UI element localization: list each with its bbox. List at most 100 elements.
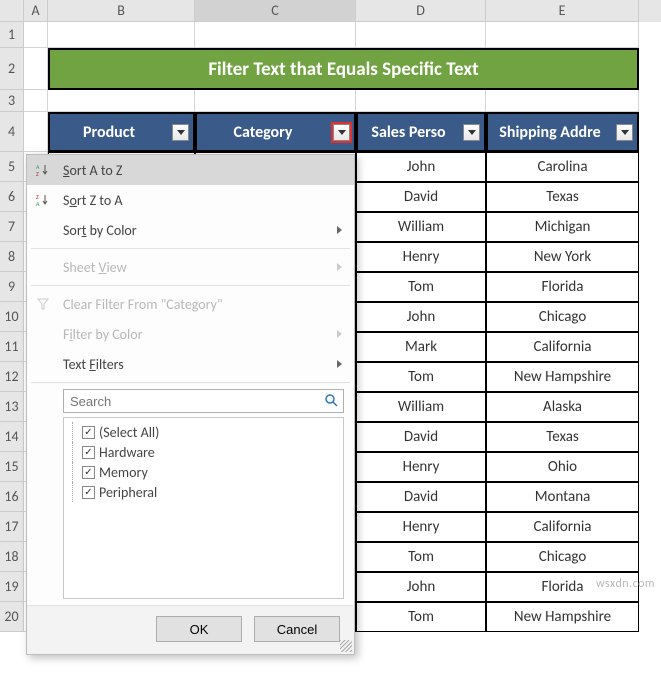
row-header[interactable]: 20 xyxy=(0,602,24,632)
chevron-down-icon xyxy=(468,130,476,135)
menu-text-filters[interactable]: Text Filters xyxy=(27,349,354,379)
col-header-A[interactable]: A xyxy=(24,0,48,22)
filter-button-category[interactable] xyxy=(333,124,350,141)
cell[interactable] xyxy=(486,90,639,112)
tree-label: (Select All) xyxy=(99,424,159,441)
cell[interactable] xyxy=(24,90,48,112)
cell-shipping[interactable]: Michigan xyxy=(486,212,639,242)
search-icon xyxy=(324,393,338,411)
tree-item[interactable]: ✓Hardware xyxy=(70,442,337,462)
checkbox-icon[interactable]: ✓ xyxy=(82,466,95,479)
tree-item-select-all[interactable]: ✓ (Select All) xyxy=(70,422,337,442)
cell-sales-person[interactable]: William xyxy=(356,212,486,242)
cell-shipping[interactable]: Texas xyxy=(486,422,639,452)
menu-sort-az[interactable]: AZ Sort A to Z xyxy=(27,155,354,185)
row-header[interactable]: 7 xyxy=(0,212,24,242)
row-header[interactable]: 16 xyxy=(0,482,24,512)
cell-sales-person[interactable]: Tom xyxy=(356,362,486,392)
col-header-E[interactable]: E xyxy=(486,0,639,22)
cell-sales-person[interactable]: David xyxy=(356,182,486,212)
filter-values-tree[interactable]: ✓ (Select All) ✓Hardware ✓Memory ✓Periphe… xyxy=(63,417,344,599)
resize-grip-icon[interactable] xyxy=(340,640,352,652)
cancel-button[interactable]: Cancel xyxy=(254,616,340,642)
cell-sales-person[interactable]: Tom xyxy=(356,602,486,632)
row-header[interactable]: 10 xyxy=(0,302,24,332)
tree-item[interactable]: ✓Peripheral xyxy=(70,482,337,502)
menu-sort-za[interactable]: ZA Sort Z to A xyxy=(27,185,354,215)
menu-sort-by-color[interactable]: Sort by Color xyxy=(27,215,354,245)
cell-shipping[interactable]: Alaska xyxy=(486,392,639,422)
cell[interactable] xyxy=(48,22,195,48)
col-header-D[interactable]: D xyxy=(356,0,486,22)
cell[interactable] xyxy=(356,22,486,48)
row-header[interactable]: 12 xyxy=(0,362,24,392)
col-header-C[interactable]: C xyxy=(195,0,356,22)
cell-sales-person[interactable]: Tom xyxy=(356,542,486,572)
select-all-corner[interactable] xyxy=(0,0,24,22)
row-header-4[interactable]: 4 xyxy=(0,112,24,152)
submenu-arrow-icon xyxy=(337,360,342,368)
row-header[interactable]: 18 xyxy=(0,542,24,572)
cell[interactable] xyxy=(356,90,486,112)
row-header[interactable]: 17 xyxy=(0,512,24,542)
cell[interactable] xyxy=(195,22,356,48)
cell-shipping[interactable]: Ohio xyxy=(486,452,639,482)
col-header-B[interactable]: B xyxy=(48,0,195,22)
row-header[interactable]: 6 xyxy=(0,182,24,212)
cell-sales-person[interactable]: Henry xyxy=(356,452,486,482)
cell-sales-person[interactable]: David xyxy=(356,422,486,452)
cell[interactable] xyxy=(195,90,356,112)
row-header[interactable]: 15 xyxy=(0,452,24,482)
row-header[interactable]: 8 xyxy=(0,242,24,272)
row-header-2[interactable]: 2 xyxy=(0,48,24,90)
menu-label: Sort Z to A xyxy=(63,192,123,209)
cell-shipping[interactable]: Texas xyxy=(486,182,639,212)
cell[interactable] xyxy=(48,90,195,112)
cell-sales-person[interactable]: Henry xyxy=(356,512,486,542)
checkbox-icon[interactable]: ✓ xyxy=(82,446,95,459)
cell-shipping[interactable]: California xyxy=(486,512,639,542)
row-header-1[interactable]: 1 xyxy=(0,22,24,48)
cell-shipping[interactable]: Chicago xyxy=(486,302,639,332)
filter-button-shipping[interactable] xyxy=(616,124,633,141)
cell-sales-person[interactable]: John xyxy=(356,302,486,332)
chevron-down-icon xyxy=(177,130,185,135)
row-header-3[interactable]: 3 xyxy=(0,90,24,112)
cell-shipping[interactable]: New Hampshire xyxy=(486,602,639,632)
cell-shipping[interactable]: California xyxy=(486,332,639,362)
row-header[interactable]: 19 xyxy=(0,572,24,602)
separator xyxy=(31,382,350,383)
row-header[interactable]: 5 xyxy=(0,152,24,182)
cell[interactable] xyxy=(486,22,639,48)
row-header[interactable]: 13 xyxy=(0,392,24,422)
search-input[interactable] xyxy=(63,389,344,413)
filter-button-product[interactable] xyxy=(172,124,189,141)
cell[interactable] xyxy=(24,112,48,152)
row-header[interactable]: 14 xyxy=(0,422,24,452)
checkbox-icon[interactable]: ✓ xyxy=(82,486,95,499)
cell-sales-person[interactable]: Mark xyxy=(356,332,486,362)
checkbox-icon[interactable]: ✓ xyxy=(82,426,95,439)
cell-shipping[interactable]: Montana xyxy=(486,482,639,512)
cell-sales-person[interactable]: Tom xyxy=(356,272,486,302)
cell-shipping[interactable]: Chicago xyxy=(486,542,639,572)
cell-sales-person[interactable]: Henry xyxy=(356,242,486,272)
cell-sales-person[interactable]: William xyxy=(356,392,486,422)
cell-sales-person[interactable]: John xyxy=(356,152,486,182)
cell[interactable] xyxy=(24,48,48,90)
cell-shipping[interactable]: New Hampshire xyxy=(486,362,639,392)
tree-item[interactable]: ✓Memory xyxy=(70,462,337,482)
ok-button[interactable]: OK xyxy=(156,616,242,642)
cell-sales-person[interactable]: David xyxy=(356,482,486,512)
cell[interactable] xyxy=(24,22,48,48)
row-header[interactable]: 11 xyxy=(0,332,24,362)
cell-shipping[interactable]: New York xyxy=(486,242,639,272)
row-header[interactable]: 9 xyxy=(0,272,24,302)
column-headers: A B C D E xyxy=(0,0,661,22)
cell-sales-person[interactable]: John xyxy=(356,572,486,602)
header-label: Sales Perso xyxy=(358,123,459,142)
cell-shipping[interactable]: Florida xyxy=(486,272,639,302)
cell-shipping[interactable]: Carolina xyxy=(486,152,639,182)
filter-button-sales-person[interactable] xyxy=(463,124,480,141)
cell-shipping[interactable]: Florida xyxy=(486,572,639,602)
